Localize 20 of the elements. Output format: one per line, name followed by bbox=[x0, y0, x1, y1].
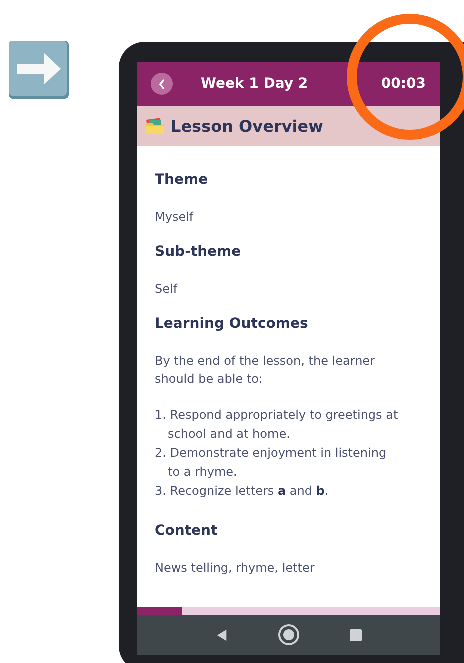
heading: Sub-theme bbox=[155, 244, 242, 260]
list-item: 2. Demonstrate enjoyment in listening to a rhyme. bbox=[155, 445, 388, 481]
timer: 00:03 bbox=[381, 76, 426, 92]
back-icon[interactable] bbox=[216, 628, 228, 642]
back-button[interactable] bbox=[151, 73, 173, 95]
paragraph: By the end of the lesson, the learner should be able to: bbox=[155, 353, 376, 388]
list-item: 1. Respond appropriately to greetings at school and at home. bbox=[155, 407, 400, 443]
home-icon[interactable] bbox=[278, 624, 300, 646]
recents-icon[interactable] bbox=[350, 628, 362, 642]
section-title: Lesson Overview bbox=[171, 116, 324, 136]
chevron-left-icon bbox=[158, 78, 166, 90]
paragraph: Myself bbox=[155, 209, 195, 226]
screen-title: Week 1 Day 2 bbox=[201, 76, 308, 92]
heading: Theme bbox=[155, 172, 208, 188]
list-item: 3. Recognize letters a and b. bbox=[155, 483, 330, 500]
folder-icon bbox=[145, 117, 165, 135]
paragraph: Self bbox=[155, 281, 179, 298]
heading: Learning Outcomes bbox=[155, 316, 308, 332]
heading: Content bbox=[155, 523, 218, 539]
paragraph: News telling, rhyme, letter bbox=[155, 560, 316, 577]
